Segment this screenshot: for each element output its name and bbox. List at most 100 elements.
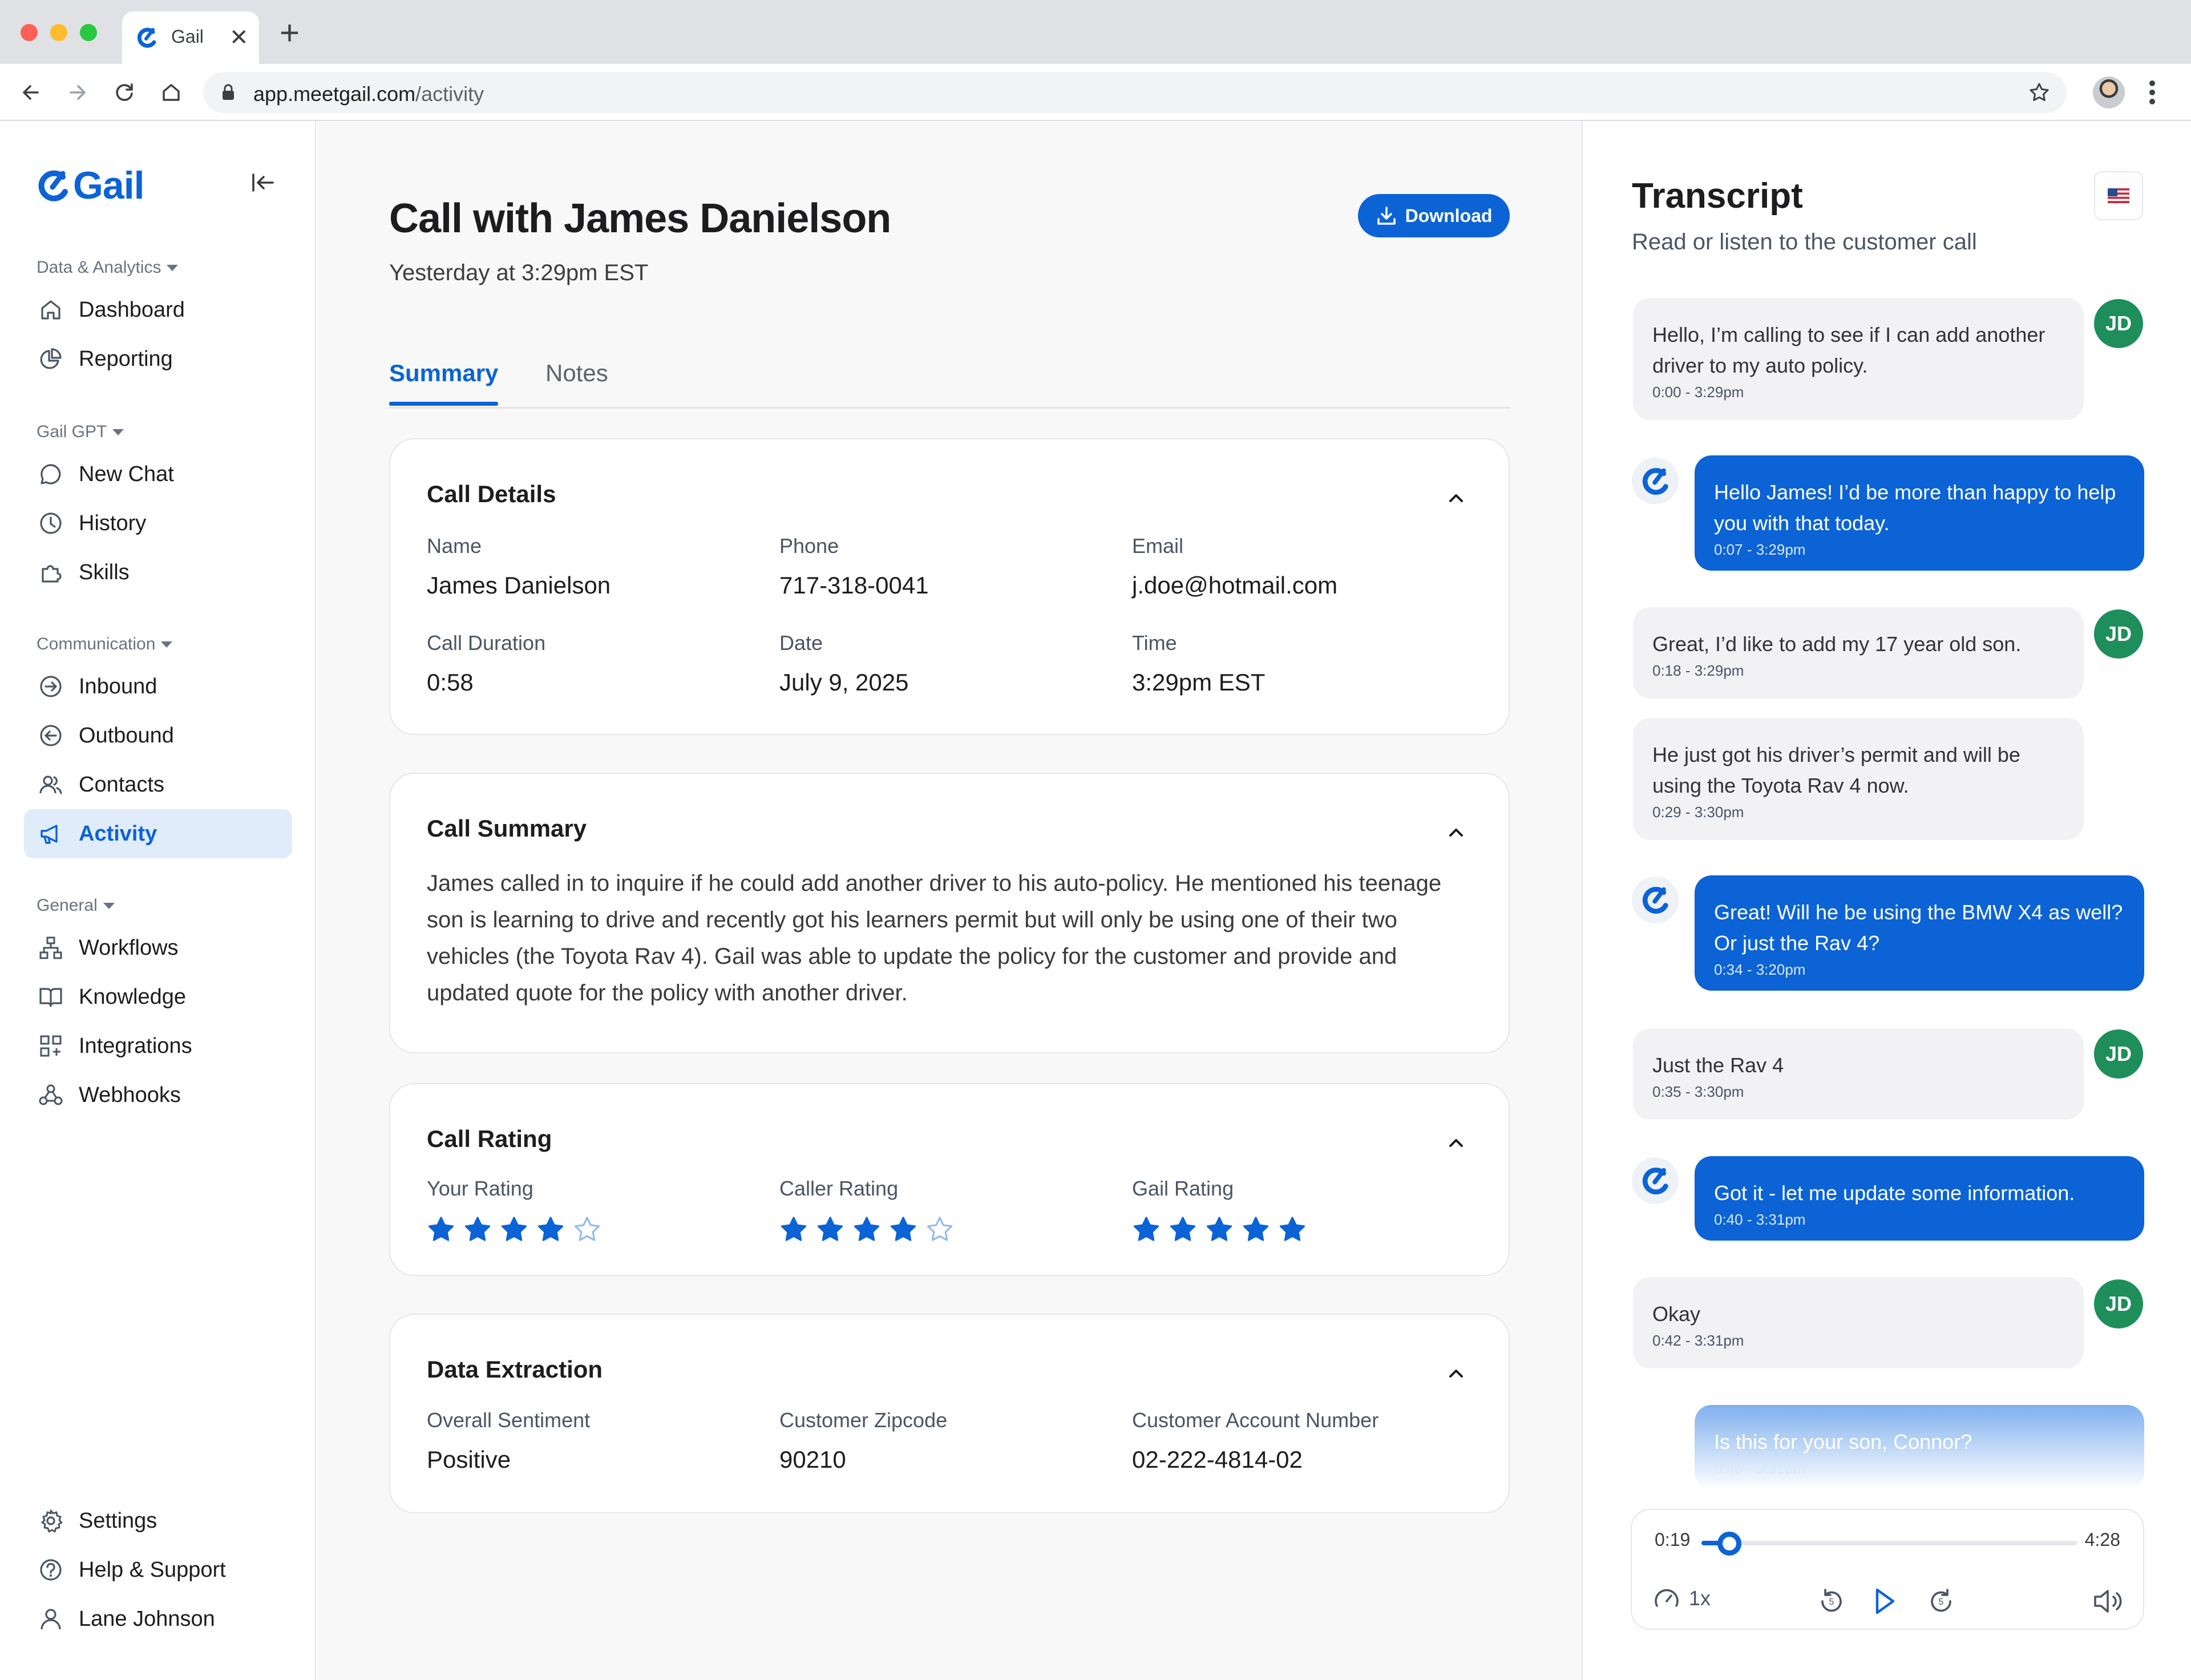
new-tab-button[interactable]: + (280, 16, 300, 50)
star-filled-icon (781, 1217, 807, 1241)
caller-avatar: JD (2094, 299, 2143, 348)
player-current-time: 0:19 (1655, 1529, 1691, 1550)
star-filled-icon (1206, 1217, 1232, 1241)
close-tab-icon[interactable]: ✕ (229, 23, 249, 52)
home-icon (38, 297, 64, 323)
chevron-up-icon[interactable] (1445, 1131, 1468, 1154)
gail-avatar-icon (1632, 877, 1679, 923)
sidebar-item-contacts[interactable]: Contacts (24, 760, 292, 809)
webhook-icon (38, 1082, 64, 1108)
sidebar-item-workflows[interactable]: Workflows (24, 923, 292, 972)
sidebar-item-skills[interactable]: Skills (24, 548, 292, 597)
megaphone-icon (38, 821, 64, 847)
chat-bubble-icon (38, 461, 64, 487)
star-empty-icon (574, 1217, 600, 1241)
field-name: Name James Danielson (427, 534, 611, 599)
star-filled-icon (501, 1217, 527, 1241)
url-text: app.meetgail.com/activity (253, 82, 484, 106)
forward-5-button[interactable]: 5 (1924, 1584, 1958, 1618)
sidebar-item-outbound[interactable]: Outbound (24, 711, 292, 760)
browser-tab-bar: Gail ✕ + (0, 0, 2191, 64)
sidebar-item-knowledge[interactable]: Knowledge (24, 972, 292, 1021)
download-button[interactable]: Download (1358, 194, 1510, 237)
sidebar-item-user-profile[interactable]: Lane Johnson (24, 1594, 292, 1643)
home-icon[interactable] (156, 78, 186, 107)
gail-logo-icon (38, 170, 68, 201)
download-icon (1377, 207, 1396, 225)
sidebar-item-webhooks[interactable]: Webhooks (24, 1071, 292, 1120)
section-data-analytics[interactable]: Data & Analytics (37, 258, 179, 277)
forward-arrow-icon[interactable] (63, 78, 92, 107)
sidebar-item-help-support[interactable]: Help & Support (24, 1545, 292, 1594)
chevron-up-icon[interactable] (1445, 486, 1468, 509)
star-rating[interactable] (427, 1215, 601, 1244)
browser-window: Gail ✕ + app.meetgail.com/activity Gail (0, 0, 2191, 1680)
collapse-sidebar-icon[interactable] (249, 169, 276, 196)
sidebar-item-reporting[interactable]: Reporting (24, 334, 292, 383)
chevron-up-icon[interactable] (1445, 1362, 1468, 1384)
gail-avatar-icon (1632, 1157, 1679, 1204)
rewind-5-button[interactable]: 5 (1814, 1584, 1849, 1618)
sidebar-item-history[interactable]: History (24, 499, 292, 548)
sidebar-item-activity[interactable]: Activity (24, 809, 292, 858)
reload-icon[interactable] (110, 78, 139, 107)
playback-speed-button[interactable]: 1x (1652, 1584, 1711, 1613)
gail-logo[interactable]: Gail (35, 163, 144, 208)
maximize-window-button[interactable] (80, 24, 97, 41)
section-communication[interactable]: Communication (37, 635, 173, 654)
puzzle-icon (38, 559, 64, 585)
sidebar-item-new-chat[interactable]: New Chat (24, 450, 292, 499)
back-arrow-icon[interactable] (16, 78, 46, 107)
rating-yours: Your Rating (427, 1177, 601, 1244)
svg-text:5: 5 (1829, 1597, 1834, 1607)
minimize-window-button[interactable] (50, 24, 67, 41)
star-filled-icon (428, 1217, 454, 1241)
play-button[interactable] (1867, 1584, 1901, 1618)
gear-icon (38, 1508, 64, 1534)
section-gail-gpt[interactable]: Gail GPT (37, 422, 124, 442)
star-filled-icon (854, 1217, 880, 1241)
star-rating (779, 1215, 954, 1244)
users-icon (38, 772, 64, 798)
language-select-button[interactable] (2094, 171, 2143, 220)
sidebar-item-integrations[interactable]: Integrations (24, 1021, 292, 1071)
browser-menu-icon[interactable] (2149, 79, 2156, 106)
sidebar-item-settings[interactable]: Settings (24, 1496, 292, 1545)
star-filled-icon (464, 1217, 491, 1241)
caller-avatar: JD (2094, 1279, 2143, 1328)
sidebar-item-inbound[interactable]: Inbound (24, 662, 292, 711)
section-general[interactable]: General (37, 896, 115, 915)
help-circle-icon (38, 1557, 64, 1583)
forward-5-icon: 5 (1931, 1589, 1951, 1612)
speedometer-icon (1655, 1589, 1679, 1607)
page-title: Call with James Danielson (389, 196, 891, 241)
tab-title: Gail (171, 26, 204, 47)
svg-text:5: 5 (1939, 1597, 1944, 1607)
transcript-message-caller: Just the Rav 4 0:35 - 3:30pm (1633, 1028, 2084, 1120)
close-window-button[interactable] (21, 24, 38, 41)
chevron-up-icon[interactable] (1445, 821, 1468, 843)
call-details-card: Call Details Name James Danielson Phone 71… (389, 438, 1510, 735)
tab-notes[interactable]: Notes (545, 360, 608, 387)
sidebar-item-dashboard[interactable]: Dashboard (24, 285, 292, 334)
inbound-arrow-icon (38, 673, 64, 700)
caret-down-icon (103, 902, 115, 909)
volume-button[interactable] (2091, 1584, 2126, 1618)
browser-toolbar: app.meetgail.com/activity (0, 64, 2191, 121)
transcript-panel: Transcript Read or listen to the custome… (1582, 121, 2191, 1680)
tab-summary[interactable]: Summary (389, 360, 499, 406)
profile-avatar[interactable] (2093, 76, 2125, 108)
bookmark-star-icon[interactable] (2028, 81, 2051, 104)
outbound-arrow-icon (38, 722, 64, 749)
page-subtitle: Yesterday at 3:29pm EST (389, 260, 649, 285)
player-seek-handle[interactable] (1717, 1532, 1741, 1556)
transcript-title: Transcript (1632, 176, 1803, 216)
player-progress-bar[interactable] (1701, 1541, 2077, 1545)
browser-tab[interactable]: Gail ✕ (122, 11, 259, 64)
gail-avatar-icon (1632, 458, 1679, 504)
address-bar[interactable]: app.meetgail.com/activity (203, 72, 2067, 113)
field-time: Time 3:29pm EST (1132, 631, 1266, 696)
volume-icon (2094, 1590, 2122, 1613)
workflow-icon (38, 935, 64, 961)
user-icon (38, 1606, 64, 1632)
